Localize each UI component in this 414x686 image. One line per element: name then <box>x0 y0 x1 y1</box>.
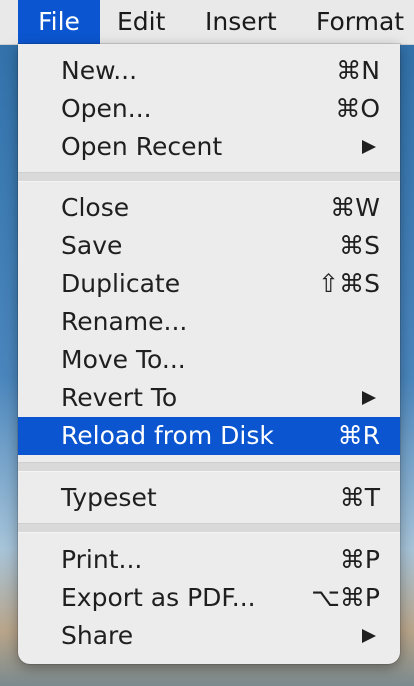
menu-item-save[interactable]: Save ⌘S <box>18 227 400 265</box>
menu-item-label: Duplicate <box>61 269 181 298</box>
menu-item-open-recent[interactable]: Open Recent <box>18 128 400 166</box>
menu-item-label: Close <box>61 193 130 222</box>
submenu-arrow-icon <box>362 629 376 643</box>
menu-item-label: Move To... <box>61 345 186 374</box>
menu-item-label: New... <box>61 56 138 85</box>
menu-item-label: Share <box>61 621 134 650</box>
shortcut-label: ⌥⌘P <box>311 583 380 612</box>
menu-edit[interactable]: Edit <box>117 0 165 44</box>
menu-insert[interactable]: Insert <box>205 0 277 44</box>
menu-item-label: Reload from Disk <box>61 421 274 450</box>
menu-item-open[interactable]: Open... ⌘O <box>18 90 400 128</box>
menu-separator <box>18 172 400 182</box>
menu-item-move-to[interactable]: Move To... <box>18 341 400 379</box>
file-menu-dropdown: New... ⌘N Open... ⌘O Open Recent Close ⌘… <box>18 44 400 664</box>
menu-item-duplicate[interactable]: Duplicate ⇧⌘S <box>18 265 400 303</box>
shortcut-label: ⌘O <box>335 94 380 123</box>
menu-format[interactable]: Format <box>316 0 404 44</box>
menu-file[interactable]: File <box>18 0 100 44</box>
shortcut-label: ⌘T <box>339 483 380 512</box>
shortcut-label: ⌘N <box>336 56 380 85</box>
menu-item-label: Rename... <box>61 307 188 336</box>
menu-item-print[interactable]: Print... ⌘P <box>18 541 400 579</box>
submenu-arrow-icon <box>362 140 376 154</box>
menu-item-label: Save <box>61 231 123 260</box>
menu-item-label: Revert To <box>61 383 178 412</box>
shortcut-label: ⌘R <box>337 421 380 450</box>
menu-item-share[interactable]: Share <box>18 617 400 655</box>
menu-item-label: Print... <box>61 545 143 574</box>
shortcut-label: ⌘W <box>330 193 380 222</box>
menu-item-new[interactable]: New... ⌘N <box>18 52 400 90</box>
menu-item-export-as-pdf[interactable]: Export as PDF... ⌥⌘P <box>18 579 400 617</box>
menu-item-label: Open Recent <box>61 132 223 161</box>
menu-item-revert-to[interactable]: Revert To <box>18 379 400 417</box>
menu-item-label: Open... <box>61 94 152 123</box>
shortcut-label: ⌘P <box>339 545 380 574</box>
shortcut-label: ⌘S <box>339 231 380 260</box>
menu-item-label: Typeset <box>61 483 157 512</box>
menu-item-reload-from-disk[interactable]: Reload from Disk ⌘R <box>18 417 400 455</box>
menu-item-rename[interactable]: Rename... <box>18 303 400 341</box>
shortcut-label: ⇧⌘S <box>318 269 380 298</box>
menu-item-label: Export as PDF... <box>61 583 256 612</box>
menu-separator <box>18 462 400 472</box>
menu-bar: File Edit Insert Format <box>0 0 414 45</box>
menu-item-close[interactable]: Close ⌘W <box>18 189 400 227</box>
menu-separator <box>18 523 400 533</box>
submenu-arrow-icon <box>362 391 376 405</box>
menu-item-typeset[interactable]: Typeset ⌘T <box>18 479 400 517</box>
